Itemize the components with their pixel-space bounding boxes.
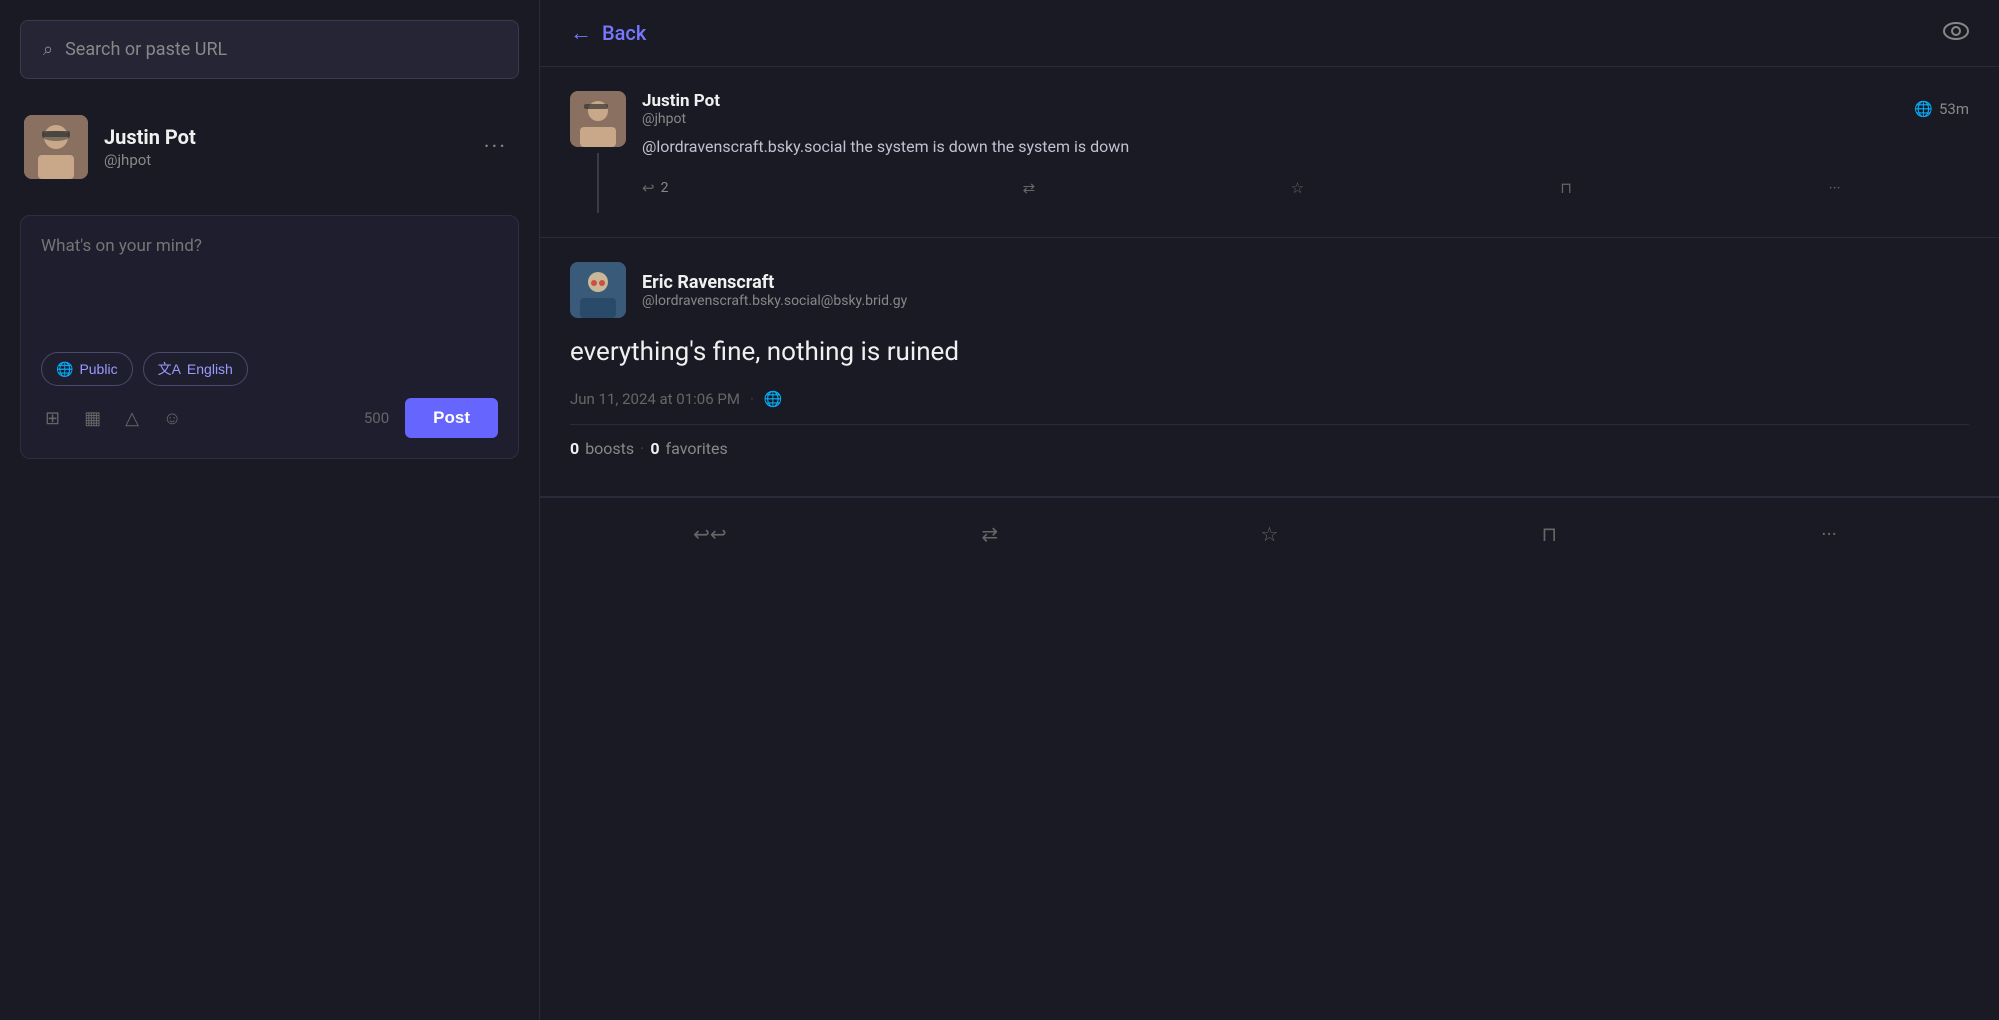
profile-info: Justin Pot @jhpot [104, 125, 460, 169]
search-placeholder: Search or paste URL [65, 39, 227, 60]
profile-card: Justin Pot @jhpot ··· [20, 99, 519, 195]
profile-more-button[interactable]: ··· [476, 131, 515, 164]
globe-icon: 🌐 [56, 361, 73, 378]
main-post-header: Eric Ravenscraft @lordravenscraft.bsky.s… [570, 262, 1969, 318]
avatar-image [24, 115, 88, 179]
reply-star-button[interactable]: ☆ [1163, 173, 1432, 203]
thread-header: ← Back [540, 0, 1999, 67]
reply-post: Justin Pot @jhpot 🌐 53m @lordravenscraft… [540, 67, 1999, 238]
compose-textarea[interactable] [41, 236, 498, 336]
reply-count: 2 [661, 180, 669, 196]
bottom-boost-icon: ⇄ [981, 522, 998, 546]
compose-box: 🌐 Public 文A English ⊞ ▦ △ ☺ 500 Post [20, 215, 519, 459]
profile-handle: @jhpot [104, 151, 460, 169]
post-date: Jun 11, 2024 at 01:06 PM [570, 390, 740, 408]
reply-author-name: Justin Pot [642, 91, 720, 111]
favorites-label: favorites [666, 439, 728, 458]
reply-author-handle: @jhpot [642, 111, 720, 127]
bottom-more-icon: ··· [1821, 522, 1837, 546]
bottom-reply-button[interactable]: ↩↩ [570, 514, 850, 554]
boost-icon: ⇄ [1023, 179, 1036, 197]
reply-time: 🌐 53m [1914, 100, 1969, 118]
reply-content: Justin Pot @jhpot 🌐 53m @lordravenscraft… [642, 91, 1969, 203]
compose-toolbar: ⊞ ▦ △ ☺ 500 Post [41, 398, 498, 438]
main-avatar[interactable] [570, 262, 626, 318]
char-count: 500 [364, 409, 389, 427]
main-user-info: Eric Ravenscraft @lordravenscraft.bsky.s… [642, 272, 1969, 309]
emoji-icon[interactable]: ☺ [159, 404, 185, 433]
reply-bookmark-button[interactable]: ⊓ [1432, 173, 1701, 203]
dot-separator: · [750, 390, 754, 408]
chart-icon[interactable]: ▦ [80, 404, 105, 433]
reply-avatar[interactable] [570, 91, 626, 147]
favorites-count: 0 [650, 439, 659, 458]
globe-small-icon: 🌐 [1914, 100, 1933, 118]
bottom-boost-button[interactable]: ⇄ [850, 514, 1130, 554]
reply-boost-button[interactable]: ⇄ [895, 173, 1164, 203]
compose-footer: 🌐 Public 文A English ⊞ ▦ △ ☺ 500 Post [41, 352, 498, 438]
post-globe-icon: 🌐 [764, 390, 783, 408]
right-panel: ← Back [540, 0, 1999, 1020]
warning-icon[interactable]: △ [121, 404, 143, 433]
reply-text: @lordravenscraft.bsky.social the system … [642, 135, 1969, 159]
search-bar[interactable]: ⌕ Search or paste URL [20, 20, 519, 79]
reply-icon: ↩ [642, 179, 655, 197]
reply-timestamp: 53m [1939, 100, 1969, 118]
reply-user-info: Justin Pot @jhpot [642, 91, 720, 127]
main-post-meta: Jun 11, 2024 at 01:06 PM · 🌐 [570, 390, 1969, 408]
bottom-star-icon: ☆ [1261, 522, 1279, 546]
image-icon[interactable]: ⊞ [41, 404, 64, 433]
more-icon: ··· [1829, 179, 1841, 197]
language-label: English [187, 361, 233, 377]
main-post: Eric Ravenscraft @lordravenscraft.bsky.s… [540, 238, 1999, 497]
bottom-bookmark-icon: ⊓ [1541, 522, 1557, 546]
visibility-button[interactable]: 🌐 Public [41, 352, 133, 386]
language-button[interactable]: 文A English [143, 352, 248, 386]
star-icon: ☆ [1291, 179, 1304, 197]
bottom-more-button[interactable]: ··· [1689, 514, 1969, 554]
bottom-bookmark-button[interactable]: ⊓ [1409, 514, 1689, 554]
bookmark-icon: ⊓ [1560, 179, 1572, 197]
avatar[interactable] [24, 115, 88, 179]
back-label: Back [602, 21, 646, 45]
search-icon: ⌕ [43, 39, 53, 60]
left-panel: ⌕ Search or paste URL Justin Pot @jhpot … [0, 0, 540, 1020]
main-post-text: everything's fine, nothing is ruined [570, 334, 1969, 370]
main-author-name: Eric Ravenscraft [642, 272, 1969, 293]
reply-post-header: Justin Pot @jhpot 🌐 53m @lordravenscraft… [570, 91, 1969, 213]
boosts-label: boosts [585, 439, 634, 458]
boosts-count: 0 [570, 439, 579, 458]
stats-dot-separator: · [640, 439, 644, 458]
reply-more-button[interactable]: ··· [1700, 173, 1969, 203]
thread-line [597, 153, 599, 213]
main-post-stats: 0 boosts · 0 favorites [570, 424, 1969, 472]
back-arrow-icon: ← [570, 20, 592, 46]
translate-icon: 文A [158, 359, 181, 379]
visibility-label: Public [79, 361, 117, 377]
reply-meta: Justin Pot @jhpot 🌐 53m [642, 91, 1969, 127]
back-button[interactable]: ← Back [570, 20, 646, 46]
bottom-reply-icon: ↩↩ [693, 522, 727, 546]
profile-name: Justin Pot [104, 125, 460, 149]
bottom-actions: ↩↩ ⇄ ☆ ⊓ ··· [540, 497, 1999, 570]
eye-icon[interactable] [1943, 21, 1969, 46]
compose-options: 🌐 Public 文A English [41, 352, 498, 386]
main-author-handle: @lordravenscraft.bsky.social@bsky.brid.g… [642, 293, 1969, 309]
reply-actions: ↩ 2 ⇄ ☆ ⊓ ··· [642, 173, 1969, 203]
bottom-star-button[interactable]: ☆ [1130, 514, 1410, 554]
post-button[interactable]: Post [405, 398, 498, 438]
reply-avatar-wrap [570, 91, 626, 213]
reply-reply-button[interactable]: ↩ 2 [642, 173, 895, 203]
